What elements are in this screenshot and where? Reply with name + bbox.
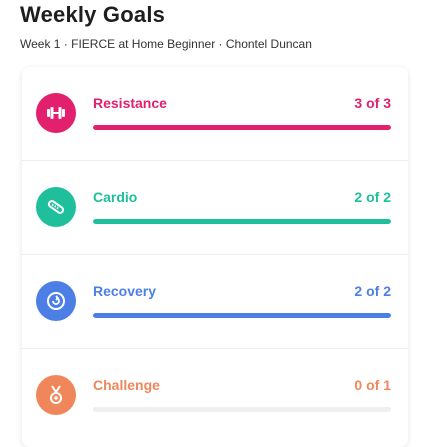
goal-row-cardio[interactable]: Cardio 2 of 2 xyxy=(22,161,408,255)
goal-count: 3 of 3 xyxy=(354,95,391,111)
progress-bar xyxy=(93,125,391,130)
recovery-icon xyxy=(36,281,76,321)
goals-card: Resistance 3 of 3 Cardio 2 of 2 Recovery… xyxy=(22,67,408,447)
progress-fill xyxy=(93,219,391,224)
goal-label: Resistance xyxy=(93,95,167,111)
goal-label: Cardio xyxy=(93,189,138,205)
goal-label: Recovery xyxy=(93,283,157,299)
sneaker-icon xyxy=(36,187,76,227)
goal-count: 0 of 1 xyxy=(354,377,391,393)
medal-icon xyxy=(36,375,76,415)
dumbbell-icon xyxy=(36,93,76,133)
progress-bar xyxy=(93,313,391,318)
goal-row-challenge[interactable]: Challenge 0 of 1 xyxy=(22,349,408,442)
goal-row-resistance[interactable]: Resistance 3 of 3 xyxy=(22,67,408,161)
goal-label: Challenge xyxy=(93,377,160,393)
goal-row-recovery[interactable]: Recovery 2 of 2 xyxy=(22,255,408,349)
program-subtitle: Week 1 · FIERCE at Home Beginner · Chont… xyxy=(20,37,312,51)
progress-bar xyxy=(93,219,391,224)
goal-count: 2 of 2 xyxy=(354,283,391,299)
header: Weekly Goals Week 1 · FIERCE at Home Beg… xyxy=(20,0,312,51)
page-title: Weekly Goals xyxy=(20,2,166,27)
progress-bar xyxy=(93,407,391,412)
progress-fill xyxy=(93,125,391,130)
progress-fill xyxy=(93,313,391,318)
goal-count: 2 of 2 xyxy=(354,189,391,205)
